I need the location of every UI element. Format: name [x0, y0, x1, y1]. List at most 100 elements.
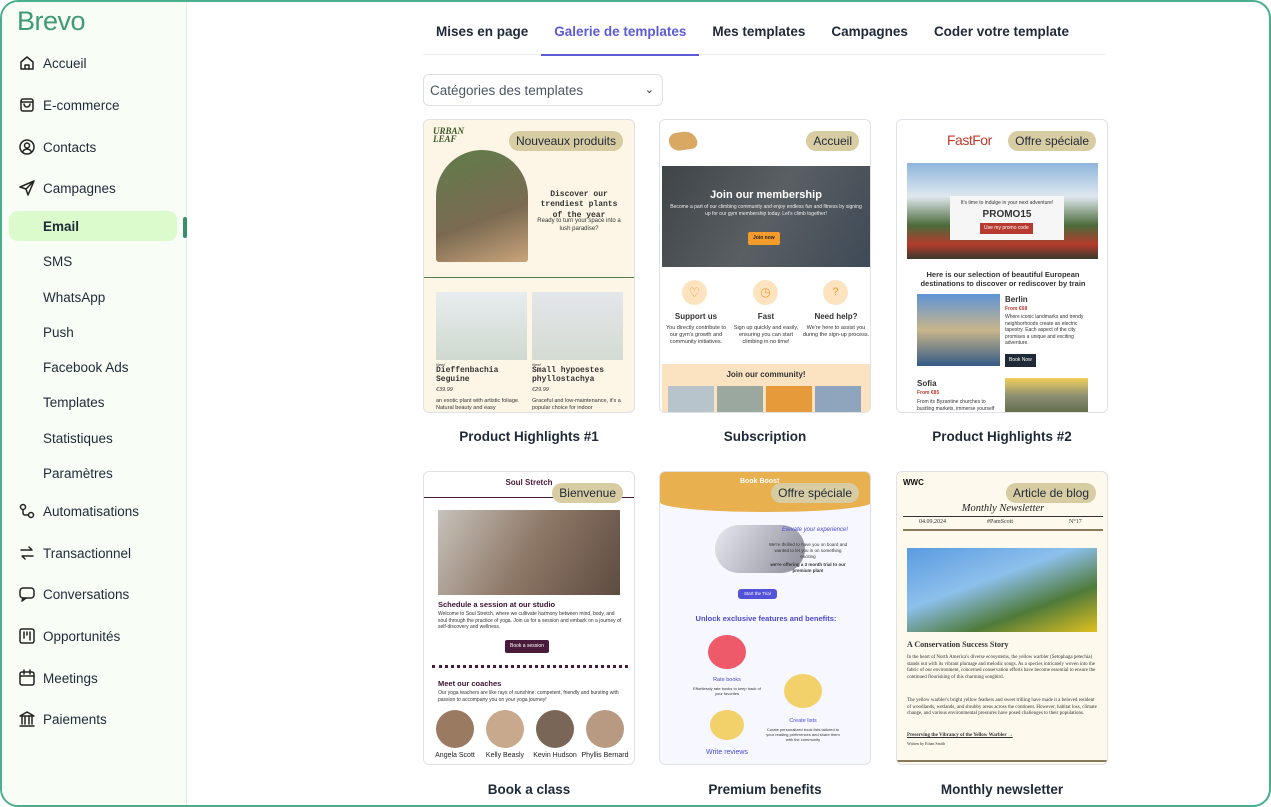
coach-avatar	[586, 710, 624, 748]
product-description: Graceful and low-maintenance, it's a pop…	[532, 398, 621, 412]
bank-icon	[18, 710, 36, 728]
sidebar-item-label: Facebook Ads	[43, 359, 129, 375]
sidebar-item-label: Transactionnel	[43, 545, 132, 561]
automation-icon	[18, 502, 36, 520]
sidebar-item-automatisations[interactable]: Automatisations	[2, 496, 187, 526]
sidebar-item-sms[interactable]: SMS	[2, 246, 187, 276]
sidebar-item-whatsapp[interactable]: WhatsApp	[2, 282, 187, 312]
heart-hand-icon	[708, 635, 746, 669]
gallery-image	[815, 386, 861, 412]
gym-logo	[667, 130, 699, 152]
product-description: an exotic plant with artistic foliage. N…	[436, 398, 520, 412]
sidebar-item-transactionnel[interactable]: Transactionnel	[2, 538, 187, 568]
sidebar-item-conversations[interactable]: Conversations	[2, 579, 187, 609]
tab-mes-templates[interactable]: Mes templates	[699, 16, 818, 55]
sidebar-item-paiements[interactable]: Paiements	[2, 704, 187, 734]
coach-name: Angela Scott	[435, 752, 475, 759]
city-price: From €68	[1005, 306, 1028, 312]
feature-description: Sign up quickly and easily, ensuring you…	[733, 325, 799, 346]
category-badge: Article de blog	[1005, 483, 1096, 503]
sidebar-item-templates[interactable]: Templates	[2, 387, 187, 417]
tab-coder-votre-template[interactable]: Coder votre template	[921, 16, 1082, 55]
template-card-book-a-class[interactable]: Bienvenue Soul Stretch Schedule a sessio…	[423, 471, 635, 765]
template-category-select[interactable]: Catégories des templates ⌄	[423, 74, 663, 106]
category-badge: Offre spéciale	[771, 483, 859, 503]
arrows-icon	[18, 544, 36, 562]
headline: Here is our selection of beautiful Europ…	[920, 270, 1086, 288]
sidebar-item-label: Conversations	[43, 586, 130, 602]
sidebar-item-meetings[interactable]: Meetings	[2, 663, 187, 693]
story-paragraph: In the heart of North America's diverse …	[907, 655, 1096, 680]
yoga-class-image	[438, 510, 620, 595]
coach-avatar	[436, 710, 474, 748]
template-card-subscription[interactable]: Accueil Join our membership Become a par…	[659, 119, 871, 413]
sidebar-item-label: SMS	[43, 253, 73, 269]
sidebar-item-contacts[interactable]: Contacts	[2, 132, 187, 162]
sidebar-item-label: Opportunités	[43, 628, 121, 644]
description: We're thrilled to have you on board and …	[768, 542, 848, 559]
headline: Join our membership	[710, 189, 822, 201]
sidebar-item-email[interactable]: Email	[9, 211, 177, 241]
sidebar-item-opportunites[interactable]: Opportunités	[2, 621, 187, 651]
sidebar-item-campagnes[interactable]: Campagnes	[2, 173, 187, 203]
sidebar-item-label: Contacts	[43, 139, 97, 155]
template-title[interactable]: Subscription	[659, 429, 871, 444]
template-title[interactable]: Product Highlights #1	[423, 429, 635, 444]
calendar-icon	[18, 669, 36, 687]
promo-intro: It's time to indulge in your next advent…	[960, 200, 1054, 206]
sidebar-item-label: Statistiques	[43, 430, 113, 446]
coach-name: Phyllis Bernard	[581, 752, 629, 759]
template-title[interactable]: Monthly newsletter	[896, 782, 1108, 797]
kanban-icon	[18, 627, 36, 645]
city-description: Where iconic landmarks and trendy neighb…	[1005, 314, 1084, 346]
coach-avatar	[486, 710, 524, 748]
brevo-logo[interactable]: Brevo	[17, 6, 86, 37]
headline: Discover our trendiest plants of the yea…	[540, 190, 618, 220]
unlock-title: Unlock exclusive features and benefits:	[695, 614, 837, 623]
template-title[interactable]: Book a class	[423, 782, 635, 797]
template-card-product-highlights-1[interactable]: Nouveaux produits URBAN LEAF Discover ou…	[423, 119, 635, 413]
author-handle: #PamScott	[987, 519, 1014, 525]
subheadline: Become a part of our climbing community …	[670, 204, 862, 217]
sidebar-item-label: Push	[43, 324, 74, 340]
sidebar-item-label: Email	[43, 218, 80, 234]
template-card-premium-benefits[interactable]: Offre spéciale Book Boost Elevate your e…	[659, 471, 871, 765]
divider	[903, 516, 1103, 517]
coach-avatar	[536, 710, 574, 748]
sidebar-item-accueil[interactable]: Accueil	[2, 48, 187, 78]
sidebar-item-e-commerce[interactable]: E-commerce	[2, 90, 187, 120]
sidebar-item-label: Accueil	[43, 55, 87, 71]
product-name: Small hypoestes phyllostachya	[532, 366, 605, 384]
template-card-product-highlights-2[interactable]: Offre spéciale FastFor It's time to indu…	[896, 119, 1108, 413]
feature-title: Support us	[674, 312, 718, 321]
community-title: Join our community!	[726, 370, 806, 379]
product-price: €29.99	[532, 387, 549, 393]
template-title[interactable]: Premium benefits	[659, 782, 871, 797]
headline: Elevate your experience!	[781, 527, 849, 533]
shopping-bag-icon	[18, 96, 36, 114]
template-title[interactable]: Product Highlights #2	[896, 429, 1108, 444]
sidebar-item-parametres[interactable]: Paramètres	[2, 458, 187, 488]
app-window: Brevo Accueil E-commerce Contacts Campagnes…	[0, 0, 1271, 807]
offer-text: we're offering a 3 month trial to our pr…	[770, 562, 846, 573]
coach-name: Kelly Beasly	[485, 752, 525, 759]
coach-name: Kevin Hudson	[533, 752, 577, 759]
sidebar-item-statistiques[interactable]: Statistiques	[2, 423, 187, 453]
tab-mises-en-page[interactable]: Mises en page	[423, 16, 541, 55]
sidebar-item-label: Meetings	[43, 670, 98, 686]
sidebar-scroll-indicator[interactable]	[183, 217, 187, 238]
home-icon	[18, 54, 36, 72]
headline: Monthly Newsletter	[961, 503, 1045, 514]
template-card-monthly-newsletter[interactable]: Article de blog WWC Monthly Newsletter 0…	[896, 471, 1108, 765]
sidebar-item-facebook-ads[interactable]: Facebook Ads	[2, 352, 187, 382]
tab-campagnes[interactable]: Campagnes	[818, 16, 921, 55]
yellow-warbler-image	[907, 548, 1097, 632]
tab-galerie-de-templates[interactable]: Galerie de templates	[541, 16, 700, 56]
sidebar-item-push[interactable]: Push	[2, 317, 187, 347]
sidebar-item-label: Automatisations	[43, 503, 140, 519]
select-label: Catégories des templates	[430, 83, 584, 98]
benefit-title: Rate books	[713, 677, 741, 683]
promo-button: Use my promo code	[980, 223, 1033, 234]
chat-icon	[18, 585, 36, 603]
wwc-logo: WWC	[903, 478, 924, 487]
